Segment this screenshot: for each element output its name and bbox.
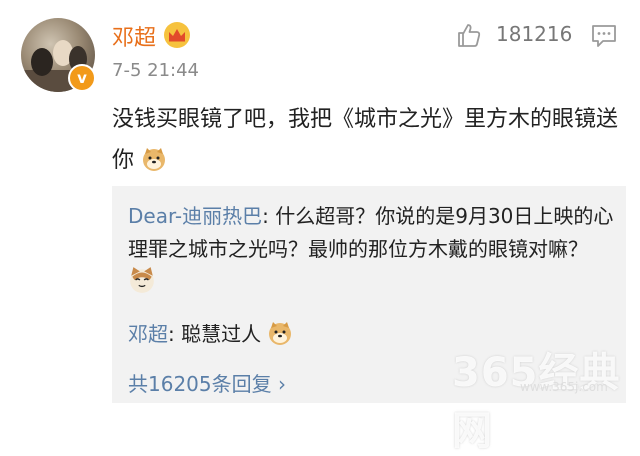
more-replies-link[interactable]: 共16205条回复 › bbox=[128, 368, 286, 397]
site-watermark: 365经典网 bbox=[452, 350, 621, 454]
watermark-url: www.365j.com bbox=[520, 380, 608, 394]
post-body: 没钱买眼镜了吧，我把《城市之光》里方木的眼镜送你 bbox=[112, 107, 619, 173]
thumbs-up-icon[interactable] bbox=[456, 22, 482, 48]
reply-item[interactable]: 邓超: 聪慧过人 bbox=[128, 319, 293, 349]
post-text: 没钱买眼镜了吧，我把《城市之光》里方木的眼镜送你 bbox=[112, 99, 624, 181]
doge-emoji-icon bbox=[143, 148, 166, 171]
crown-icon[interactable] bbox=[164, 22, 190, 48]
cat-emoji-icon bbox=[130, 267, 154, 293]
reply-item[interactable]: Dear-迪丽热巴: 什么超哥？你说的是9月30日上映的心理罪之城市之光吗？最帅… bbox=[128, 200, 618, 299]
doge-emoji-icon bbox=[269, 322, 292, 345]
reply-author[interactable]: Dear-迪丽热巴 bbox=[128, 204, 262, 228]
reply-author[interactable]: 邓超 bbox=[128, 322, 168, 346]
post-username[interactable]: 邓超 bbox=[112, 20, 156, 52]
reply-text: 聪慧过人 bbox=[181, 322, 262, 346]
post-timestamp: 7-5 21:44 bbox=[112, 60, 199, 81]
like-count: 181216 bbox=[496, 22, 573, 46]
comment-icon[interactable] bbox=[590, 22, 618, 50]
verified-badge-icon: v bbox=[68, 64, 96, 92]
